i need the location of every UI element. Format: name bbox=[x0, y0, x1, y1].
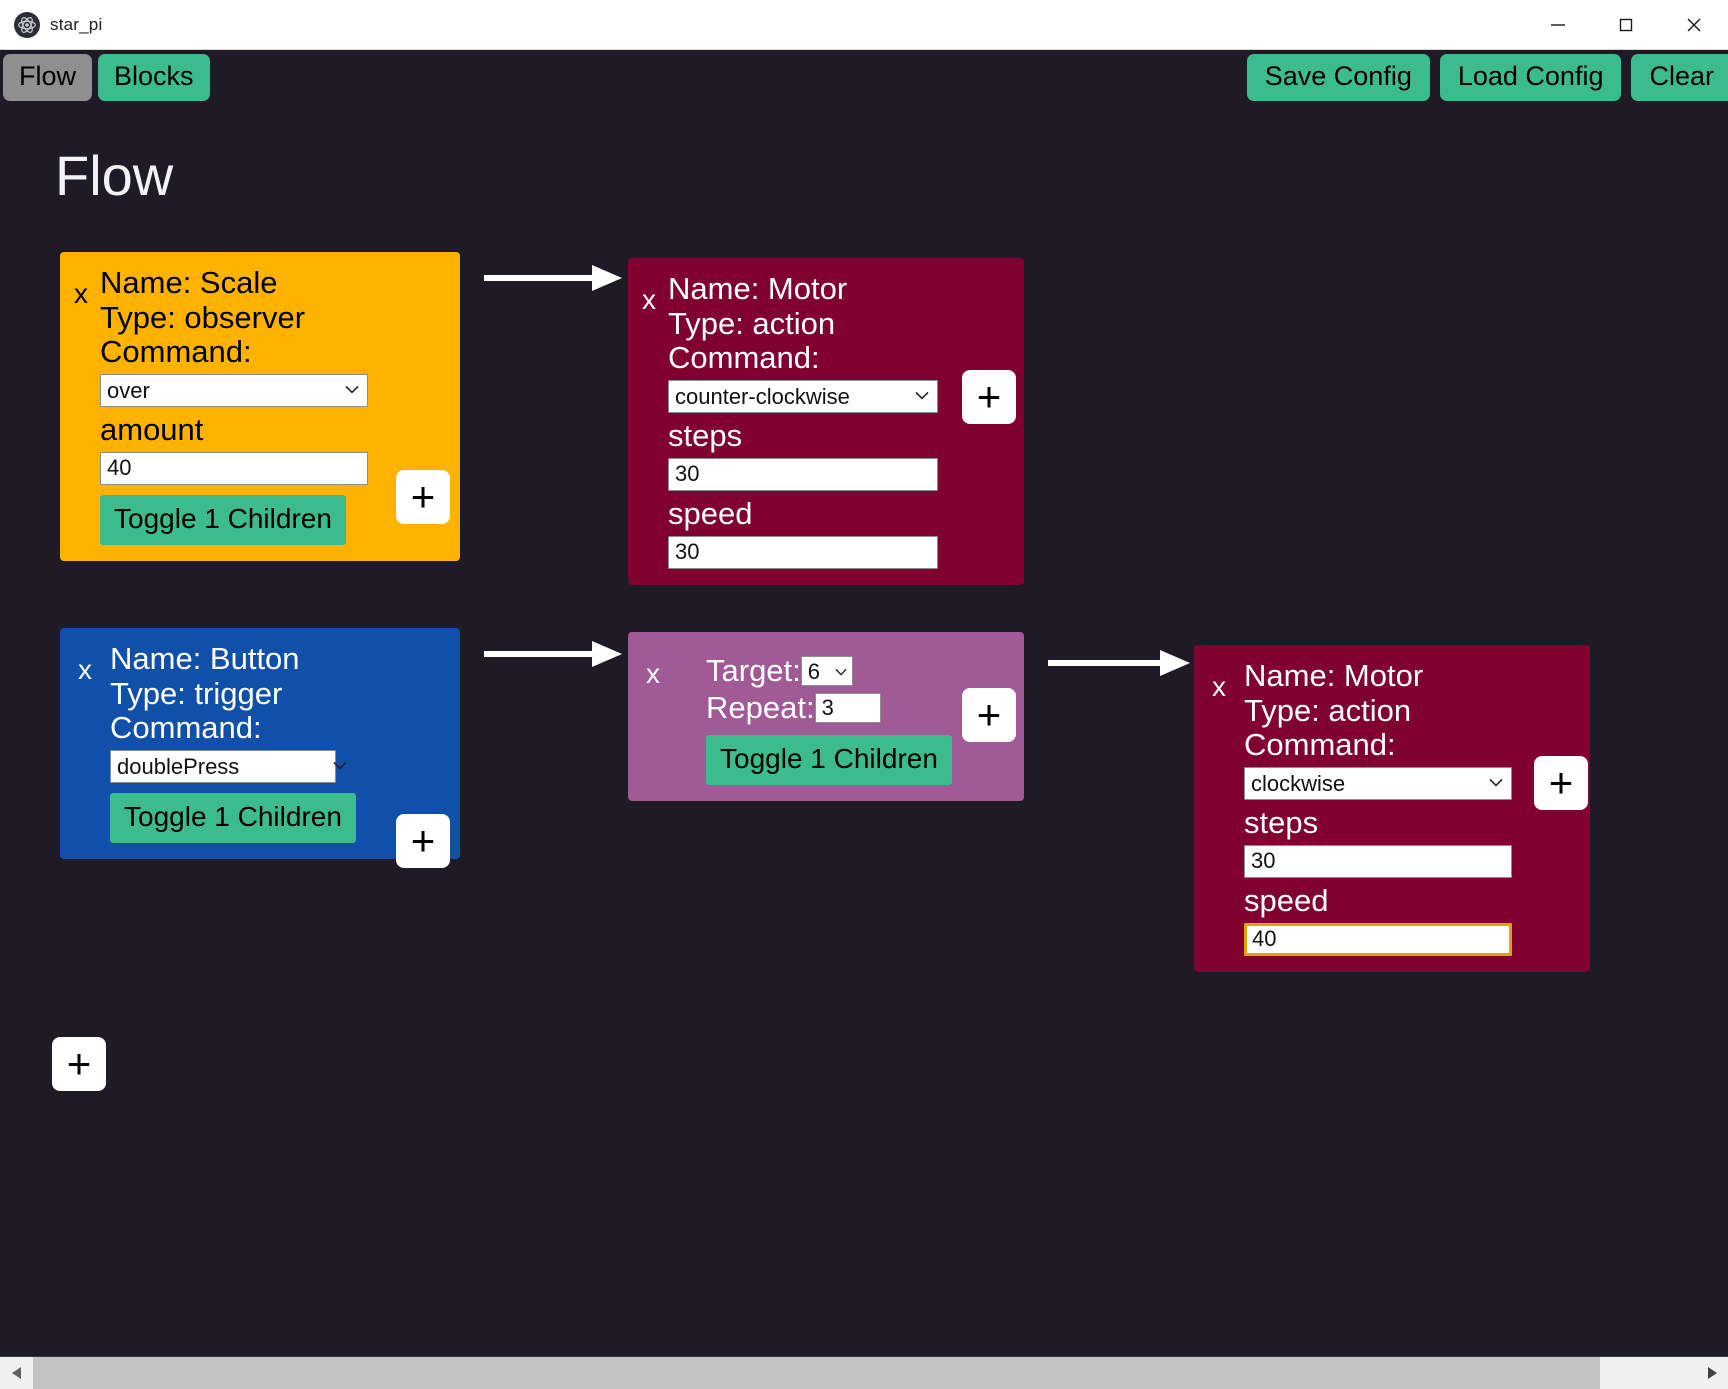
window-titlebar: star_pi bbox=[0, 0, 1728, 50]
param-amount-input[interactable] bbox=[100, 451, 368, 485]
param-speed-label: speed bbox=[668, 495, 753, 531]
command-select[interactable]: over bbox=[100, 374, 368, 408]
tab-flow[interactable]: Flow bbox=[3, 54, 93, 101]
target-select-wrapper: 6 bbox=[800, 656, 853, 687]
command-select-wrapper: counter-clockwise bbox=[668, 376, 938, 414]
scrollbar-thumb[interactable] bbox=[33, 1356, 1600, 1389]
node-body: Target: 6 Repeat: Toggle 1 Children bbox=[706, 653, 952, 786]
repeat-input[interactable] bbox=[814, 693, 881, 724]
node-type-label: Type: action bbox=[1244, 692, 1412, 728]
add-child-button-motor-top[interactable]: + bbox=[962, 370, 1016, 424]
window-controls bbox=[1524, 0, 1728, 50]
node-close-icon[interactable]: x bbox=[646, 660, 660, 688]
command-select-wrapper: clockwise bbox=[1244, 763, 1512, 801]
connector-arrow-loop-to-motor bbox=[1048, 650, 1190, 676]
add-child-button-scale[interactable]: + bbox=[396, 470, 450, 524]
node-name-label: Name: Motor bbox=[1244, 658, 1424, 693]
load-config-button[interactable]: Load Config bbox=[1439, 54, 1622, 101]
scrollbar-track[interactable] bbox=[1600, 1356, 1695, 1389]
node-name-label: Name: Scale bbox=[100, 265, 278, 300]
param-steps-input[interactable] bbox=[668, 457, 938, 491]
command-select[interactable]: counter-clockwise bbox=[668, 380, 938, 414]
node-body: Name: Scale Type: observer Command: over… bbox=[100, 265, 368, 545]
param-speed-label: speed bbox=[1244, 882, 1329, 918]
param-steps-label: steps bbox=[668, 418, 743, 454]
flow-canvas: Flow x Name: Scale Type: observer Comman… bbox=[0, 108, 1728, 1356]
node-command-label: Command: bbox=[100, 334, 252, 370]
clear-button[interactable]: Clear bbox=[1631, 54, 1728, 101]
app-toolbar: Flow Blocks Save Config Load Config Clea… bbox=[0, 50, 1728, 108]
toggle-children-button[interactable]: Toggle 1 Children bbox=[706, 735, 952, 786]
param-steps-label: steps bbox=[1244, 805, 1319, 841]
target-row: Target: 6 bbox=[706, 653, 952, 689]
save-config-button[interactable]: Save Config bbox=[1246, 54, 1430, 101]
param-amount-label: amount bbox=[100, 412, 204, 448]
target-label: Target: bbox=[706, 653, 801, 688]
connector-arrow-scale-to-motor bbox=[484, 265, 622, 291]
command-select[interactable]: clockwise bbox=[1244, 767, 1512, 801]
node-close-icon[interactable]: x bbox=[74, 280, 88, 308]
node-body: Name: Button Type: trigger Command: doub… bbox=[110, 641, 356, 844]
tab-blocks[interactable]: Blocks bbox=[98, 54, 210, 101]
close-icon[interactable] bbox=[1660, 0, 1728, 50]
node-close-icon[interactable]: x bbox=[78, 656, 92, 684]
add-root-node-button[interactable]: + bbox=[52, 1037, 106, 1091]
view-tabs: Flow Blocks bbox=[3, 54, 210, 101]
add-child-button-trigger[interactable]: + bbox=[396, 814, 450, 868]
add-child-button-motor-bottom[interactable]: + bbox=[1534, 756, 1588, 810]
node-name-label: Name: Button bbox=[110, 641, 300, 676]
command-select-wrapper: over bbox=[100, 370, 368, 408]
scroll-left-icon[interactable] bbox=[0, 1356, 33, 1389]
node-type-label: Type: trigger bbox=[110, 675, 283, 711]
node-body: Name: Motor Type: action Command: clockw… bbox=[1244, 658, 1512, 956]
node-motor-action-bottom[interactable]: x Name: Motor Type: action Command: cloc… bbox=[1194, 645, 1590, 972]
node-command-label: Command: bbox=[668, 340, 820, 376]
toggle-children-button[interactable]: Toggle 1 Children bbox=[100, 494, 346, 545]
connector-arrow-button-to-loop bbox=[484, 641, 622, 667]
param-speed-input[interactable] bbox=[1244, 922, 1512, 956]
node-command-label: Command: bbox=[110, 710, 262, 746]
maximize-icon[interactable] bbox=[1592, 0, 1660, 50]
param-steps-input[interactable] bbox=[1244, 844, 1512, 878]
node-close-icon[interactable]: x bbox=[1212, 673, 1226, 701]
config-actions: Save Config Load Config Clear bbox=[1246, 54, 1728, 101]
command-select[interactable]: doublePress bbox=[110, 750, 336, 784]
add-child-button-loop[interactable]: + bbox=[962, 688, 1016, 742]
titlebar-left-group: star_pi bbox=[0, 11, 103, 38]
node-type-label: Type: observer bbox=[100, 299, 306, 335]
command-select-wrapper: doublePress bbox=[110, 746, 356, 784]
repeat-label: Repeat: bbox=[706, 689, 815, 725]
repeat-row: Repeat: bbox=[706, 689, 952, 726]
node-name-label: Name: Motor bbox=[668, 271, 848, 306]
scroll-right-icon[interactable] bbox=[1695, 1356, 1728, 1389]
node-body: Name: Motor Type: action Command: counte… bbox=[668, 271, 938, 569]
electron-atom-icon bbox=[14, 11, 40, 38]
page-title: Flow bbox=[55, 144, 174, 207]
minimize-icon[interactable] bbox=[1524, 0, 1592, 50]
node-type-label: Type: action bbox=[668, 305, 836, 341]
param-speed-input[interactable] bbox=[668, 535, 938, 569]
window-title: star_pi bbox=[50, 14, 103, 34]
toggle-children-button[interactable]: Toggle 1 Children bbox=[110, 793, 356, 844]
node-command-label: Command: bbox=[1244, 727, 1396, 763]
target-select[interactable]: 6 bbox=[800, 656, 853, 687]
node-close-icon[interactable]: x bbox=[642, 286, 656, 314]
horizontal-scrollbar[interactable] bbox=[0, 1356, 1728, 1389]
